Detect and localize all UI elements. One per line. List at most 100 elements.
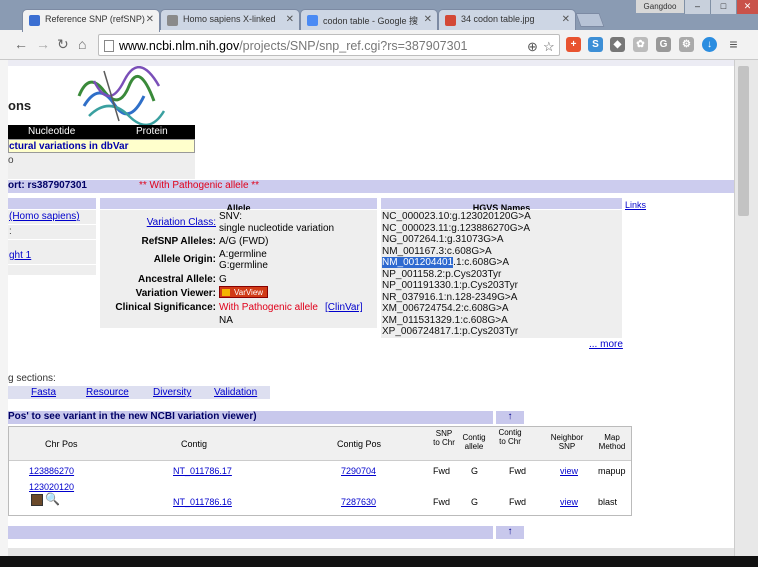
left-row: ght 1 xyxy=(8,248,96,264)
protein-structure-logo xyxy=(77,66,166,126)
extension-download-icon[interactable]: ↓ xyxy=(702,37,717,52)
header-neighbor-snp: Neighbor SNP xyxy=(550,433,584,451)
new-tab-button[interactable] xyxy=(575,13,605,27)
left-row: (Homo sapiens) xyxy=(8,210,96,224)
organism-link[interactable]: (Homo sapiens) xyxy=(9,211,80,222)
section-validation-link[interactable]: Validation xyxy=(214,387,257,398)
section-resource-link[interactable]: Resource xyxy=(86,387,129,398)
back-arrow-icon[interactable]: ← xyxy=(14,37,28,51)
extension-flower-icon[interactable]: ✿ xyxy=(633,37,648,52)
user-badge[interactable]: Gangdoo xyxy=(636,0,684,13)
tab-codon-google[interactable]: codon table - Google 搜 ✕ xyxy=(300,9,438,31)
left-row-link[interactable]: ght 1 xyxy=(9,250,31,261)
extension-settings-icon[interactable]: ⚙ xyxy=(679,37,694,52)
contig-to-chr: Fwd xyxy=(509,466,527,476)
magnifier-icon[interactable]: 🔍 xyxy=(45,492,60,506)
neighbor-view-link[interactable]: view xyxy=(560,497,578,507)
minimize-button[interactable]: – xyxy=(684,0,710,14)
db-tab-bar: Nucleotide Protein xyxy=(8,125,195,139)
tab-nucleotide[interactable]: Nucleotide xyxy=(28,126,75,137)
hgvs-name-item: XP_006724817.1:p.Cys203Tyr xyxy=(382,326,531,338)
tab-codon-image[interactable]: 34 codon table.jpg ✕ xyxy=(438,9,576,31)
vertical-scrollbar[interactable] xyxy=(734,60,758,556)
structural-variations-link[interactable]: ctural variations in dbVar xyxy=(9,141,128,152)
clinical-significance-value: With Pathogenic allele xyxy=(219,302,318,313)
close-tab-icon[interactable]: ✕ xyxy=(286,14,294,25)
variation-class-link[interactable]: Variation Class: xyxy=(147,217,216,228)
allele-origin-value-a: A:germline xyxy=(219,249,267,260)
home-icon[interactable]: ⌂ xyxy=(78,37,86,51)
hgvs-name-text: XP_006724817.1:p.Cys203Tyr xyxy=(382,326,519,337)
report-title: ort: rs387907301 xyxy=(8,180,87,191)
tab-label: 34 codon table.jpg xyxy=(461,14,535,24)
hgvs-list: NC_000023.10:g.123020120G>A NC_000023.11:… xyxy=(382,211,531,338)
browser-window: Reference SNP (refSNP) ✕ Homo sapiens X-… xyxy=(0,0,758,567)
close-tab-icon[interactable]: ✕ xyxy=(424,14,432,25)
contig-link[interactable]: NT_011786.16 xyxy=(173,497,232,507)
hgvs-name-text: .1:c.608G>A xyxy=(453,257,510,268)
chr-pos-link[interactable]: 123886270 xyxy=(29,466,74,476)
back-to-top-button-2[interactable]: ↑ xyxy=(496,526,524,539)
back-to-top-button[interactable]: ↑ xyxy=(496,411,524,424)
report-title-bar: ort: rs387907301 ** With Pathogenic alle… xyxy=(8,180,734,193)
extension-g-icon[interactable]: G xyxy=(656,37,671,52)
allele-origin-value-g: G:germline xyxy=(219,260,268,271)
close-window-button[interactable]: ✕ xyxy=(736,0,758,14)
section-fasta-link[interactable]: Fasta xyxy=(31,387,56,398)
left-column-header xyxy=(8,198,96,209)
varview-button[interactable]: VarView xyxy=(219,286,269,298)
ncbi-favicon-icon xyxy=(29,15,40,26)
menu-icon[interactable]: ≡ xyxy=(726,37,741,52)
scroll-thumb[interactable] xyxy=(738,66,749,216)
placements-table: Chr Pos Contig Contig Pos SNP to Chr Con… xyxy=(8,426,632,516)
variation-class-desc: single nucleotide variation xyxy=(219,223,335,234)
contig-pos-link[interactable]: 7287630 xyxy=(341,497,376,507)
contig-to-chr: Fwd xyxy=(509,497,527,507)
extension-s-icon[interactable]: S xyxy=(588,37,603,52)
page-favicon-icon xyxy=(167,15,178,26)
contig-pos-link[interactable]: 7290704 xyxy=(341,466,376,476)
zoom-icon[interactable]: ⊕ xyxy=(527,39,538,55)
ancestral-allele-value: G xyxy=(219,274,227,285)
tab-strip: Reference SNP (refSNP) ✕ Homo sapiens X-… xyxy=(0,0,758,32)
chr-pos-link[interactable]: 123020120 xyxy=(29,482,74,492)
google-favicon-icon xyxy=(307,15,318,26)
forward-arrow-icon[interactable]: → xyxy=(36,37,50,51)
bookmark-star-icon[interactable]: ☆ xyxy=(543,39,555,55)
more-link[interactable]: ... more xyxy=(589,339,623,350)
maximize-button[interactable]: □ xyxy=(710,0,736,14)
extension-puzzle-icon[interactable]: ◆ xyxy=(610,37,625,52)
url-text[interactable]: www.ncbi.nlm.nih.gov/projects/SNP/snp_re… xyxy=(119,39,467,53)
hgvs-name-text: NR_037916.1:n.128-2349G>A xyxy=(382,291,518,303)
tab-refsnp[interactable]: Reference SNP (refSNP) ✕ xyxy=(22,9,160,32)
clinvar-link[interactable]: [ClinVar] xyxy=(325,302,363,313)
tab-homo-sapiens[interactable]: Homo sapiens X-linked ✕ xyxy=(160,9,300,31)
header-chr-pos: Chr Pos xyxy=(45,439,78,449)
map-method: blast xyxy=(598,497,618,507)
close-tab-icon[interactable]: ✕ xyxy=(562,14,570,25)
refsnp-alleles-label: RefSNP Alleles: xyxy=(141,236,216,247)
genome-browser-icon[interactable] xyxy=(31,494,43,506)
web-page: ons Nucleotide Protein ctural variations… xyxy=(8,60,734,556)
neighbor-view-link[interactable]: view xyxy=(560,466,578,476)
close-tab-icon[interactable]: ✕ xyxy=(146,14,154,25)
screen-bottom-edge xyxy=(0,556,758,567)
hgvs-name-text: XM_006724754.2:c.608G>A xyxy=(382,303,509,314)
allele-origin-label: Allele Origin: xyxy=(153,254,216,265)
contig-allele: G xyxy=(471,497,479,507)
variation-class-value: SNV: xyxy=(219,211,242,222)
extension-plus-icon[interactable]: + xyxy=(566,37,581,52)
hgvs-name-text: NC_000023.11:g.123886270G>A xyxy=(382,222,530,234)
header-contig-to-chr: Contig to Chr xyxy=(498,428,522,446)
reload-icon[interactable]: ↻ xyxy=(57,37,69,51)
horizontal-scrollbar[interactable] xyxy=(8,548,734,556)
contig-allele: G xyxy=(471,466,479,476)
address-bar[interactable]: www.ncbi.nlm.nih.gov/projects/SNP/snp_re… xyxy=(98,34,560,56)
page-icon xyxy=(104,40,114,52)
section-diversity-link[interactable]: Diversity xyxy=(153,387,191,398)
hgvs-name-item: NG_007264.1:g.31073G>A xyxy=(382,234,531,246)
contig-link[interactable]: NT_011786.17 xyxy=(173,466,232,476)
tab-protein[interactable]: Protein xyxy=(136,126,168,137)
links-link[interactable]: Links xyxy=(625,200,646,210)
up-arrow-icon: ↑ xyxy=(507,411,513,422)
